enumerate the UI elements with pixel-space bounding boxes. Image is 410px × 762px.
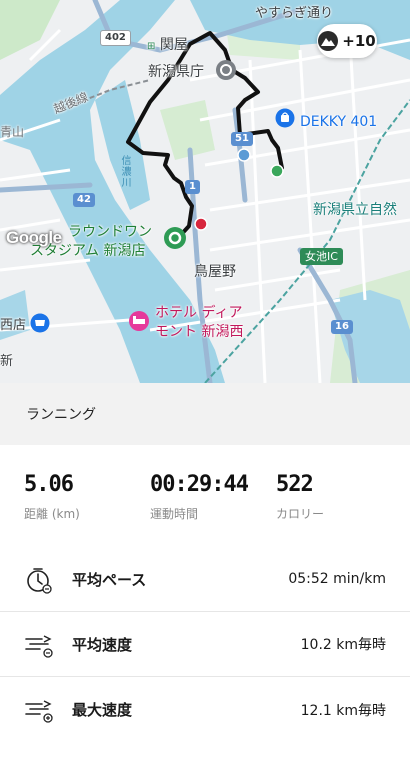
duration-value: 00:29:44 — [150, 472, 249, 497]
speed-max-icon — [25, 700, 53, 723]
metric-value: 05:52 min/km — [288, 571, 386, 587]
activity-type-header: ランニング — [0, 383, 410, 445]
road-shield-42: 42 — [73, 193, 95, 207]
map-label-hotel-line1: ホテル ディア — [155, 305, 243, 321]
metric-label: 平均ペース — [72, 570, 147, 589]
map-label-meikenishi: 西店 — [0, 318, 27, 333]
map-label-toriyano: 鳥屋野 — [194, 264, 236, 280]
map-label-shin: 新 — [0, 354, 14, 369]
start-marker[interactable] — [163, 226, 187, 250]
map-label-aoyama: 青山 — [0, 125, 25, 139]
stat-duration: 00:29:44 運動時間 — [150, 468, 249, 522]
road-shield-402: 402 — [100, 30, 131, 46]
road-shield-16: 16 — [331, 320, 353, 334]
shopping-pin-icon[interactable] — [275, 108, 295, 128]
google-logo: Google — [6, 228, 62, 247]
store-pin-icon[interactable] — [30, 313, 50, 333]
map-label-sekiya: ⊞ 関屋 — [147, 37, 188, 53]
station-icon: ⊞ — [147, 41, 156, 52]
stat-calories: 522 カロリー — [276, 468, 324, 522]
calories-value: 522 — [276, 472, 314, 497]
route-map[interactable]: やすらぎ通り ⊞ 関屋 新潟県庁 越後線 青山 信濃川 DEKKY 401 新潟… — [0, 0, 410, 383]
elevation-badge[interactable]: +10 — [317, 24, 377, 58]
metric-value: 12.1 km毎時 — [300, 702, 386, 719]
waypoint-marker-green[interactable] — [270, 164, 284, 178]
map-label-yasuragi: やすらぎ通り — [255, 6, 334, 21]
metric-label: 最大速度 — [72, 701, 133, 719]
speed-average-icon — [25, 635, 53, 658]
metric-row-max-speed: 最大速度 12.1 km毎時 — [0, 677, 410, 742]
calories-caption: カロリー — [276, 507, 325, 521]
onnaike-ic-badge: 女池IC — [300, 248, 343, 265]
stat-distance: 5.06 距離 (km) — [24, 468, 80, 522]
mountain-icon — [318, 31, 339, 51]
map-label-shinano-river: 信濃川 — [119, 155, 130, 188]
road-shield-1: 1 — [185, 180, 200, 194]
summary-stats: 5.06 距離 (km) 00:29:44 運動時間 522 カロリー — [0, 468, 410, 538]
prefectural-office-pin-icon[interactable] — [215, 59, 237, 81]
metric-row-average-speed: 平均速度 10.2 km毎時 — [0, 612, 410, 677]
map-label-hotel-line2: モント 新潟西 — [155, 324, 244, 340]
stopwatch-icon — [27, 568, 52, 594]
metrics-list: 平均ペース 05:52 min/km 平均速度 10.2 km毎時 最大速度 1… — [0, 547, 410, 742]
elevation-value: +10 — [342, 32, 376, 50]
waypoint-marker-blue[interactable] — [237, 148, 251, 162]
distance-caption: 距離 (km) — [24, 507, 80, 521]
end-marker[interactable] — [194, 217, 208, 231]
metric-row-average-pace: 平均ペース 05:52 min/km — [0, 547, 410, 612]
road-shield-51: 51 — [231, 132, 253, 146]
distance-value: 5.06 — [24, 472, 74, 497]
map-label-prefectural-office: 新潟県庁 — [148, 64, 204, 80]
activity-type-label: ランニング — [26, 407, 96, 423]
map-label-prefectural-museum: 新潟県立自然 — [313, 202, 397, 218]
map-label-dekky: DEKKY 401 — [300, 114, 378, 130]
duration-caption: 運動時間 — [150, 507, 199, 521]
metric-value: 10.2 km毎時 — [300, 637, 386, 653]
metric-label: 平均速度 — [72, 635, 133, 654]
map-label-round1-line1: ラウンドワン — [68, 224, 152, 240]
hotel-pin-icon[interactable] — [128, 310, 150, 332]
